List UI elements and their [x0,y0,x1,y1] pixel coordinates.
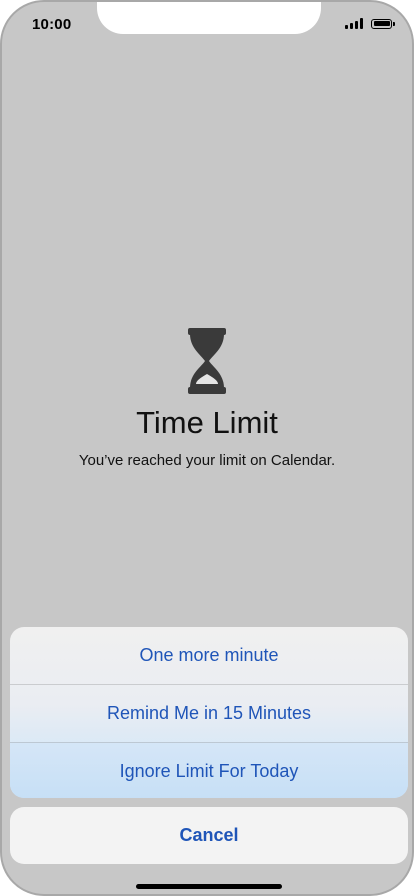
status-bar-time: 10:00 [32,16,72,33]
hourglass-icon [188,328,226,394]
one-more-minute-button[interactable]: One more minute [10,627,408,685]
alert-title: Time Limit [136,405,278,440]
device-screen: 10:00 Time Limit You’ve reached your lim… [0,0,414,896]
action-sheet: One more minute Remind Me in 15 Minutes … [10,627,408,798]
alert-message: You’ve reached your limit on Calendar. [78,452,336,469]
remind-in-15-minutes-button[interactable]: Remind Me in 15 Minutes [10,685,408,743]
status-bar-icons [345,18,395,29]
battery-icon [371,18,395,29]
time-limit-screen: Time Limit You’ve reached your limit on … [2,328,412,469]
cancel-button[interactable]: Cancel [10,807,408,864]
home-indicator[interactable] [136,884,282,889]
cellular-signal-icon [345,18,363,29]
ignore-limit-for-today-button[interactable]: Ignore Limit For Today [10,743,408,798]
device-notch [97,2,321,34]
